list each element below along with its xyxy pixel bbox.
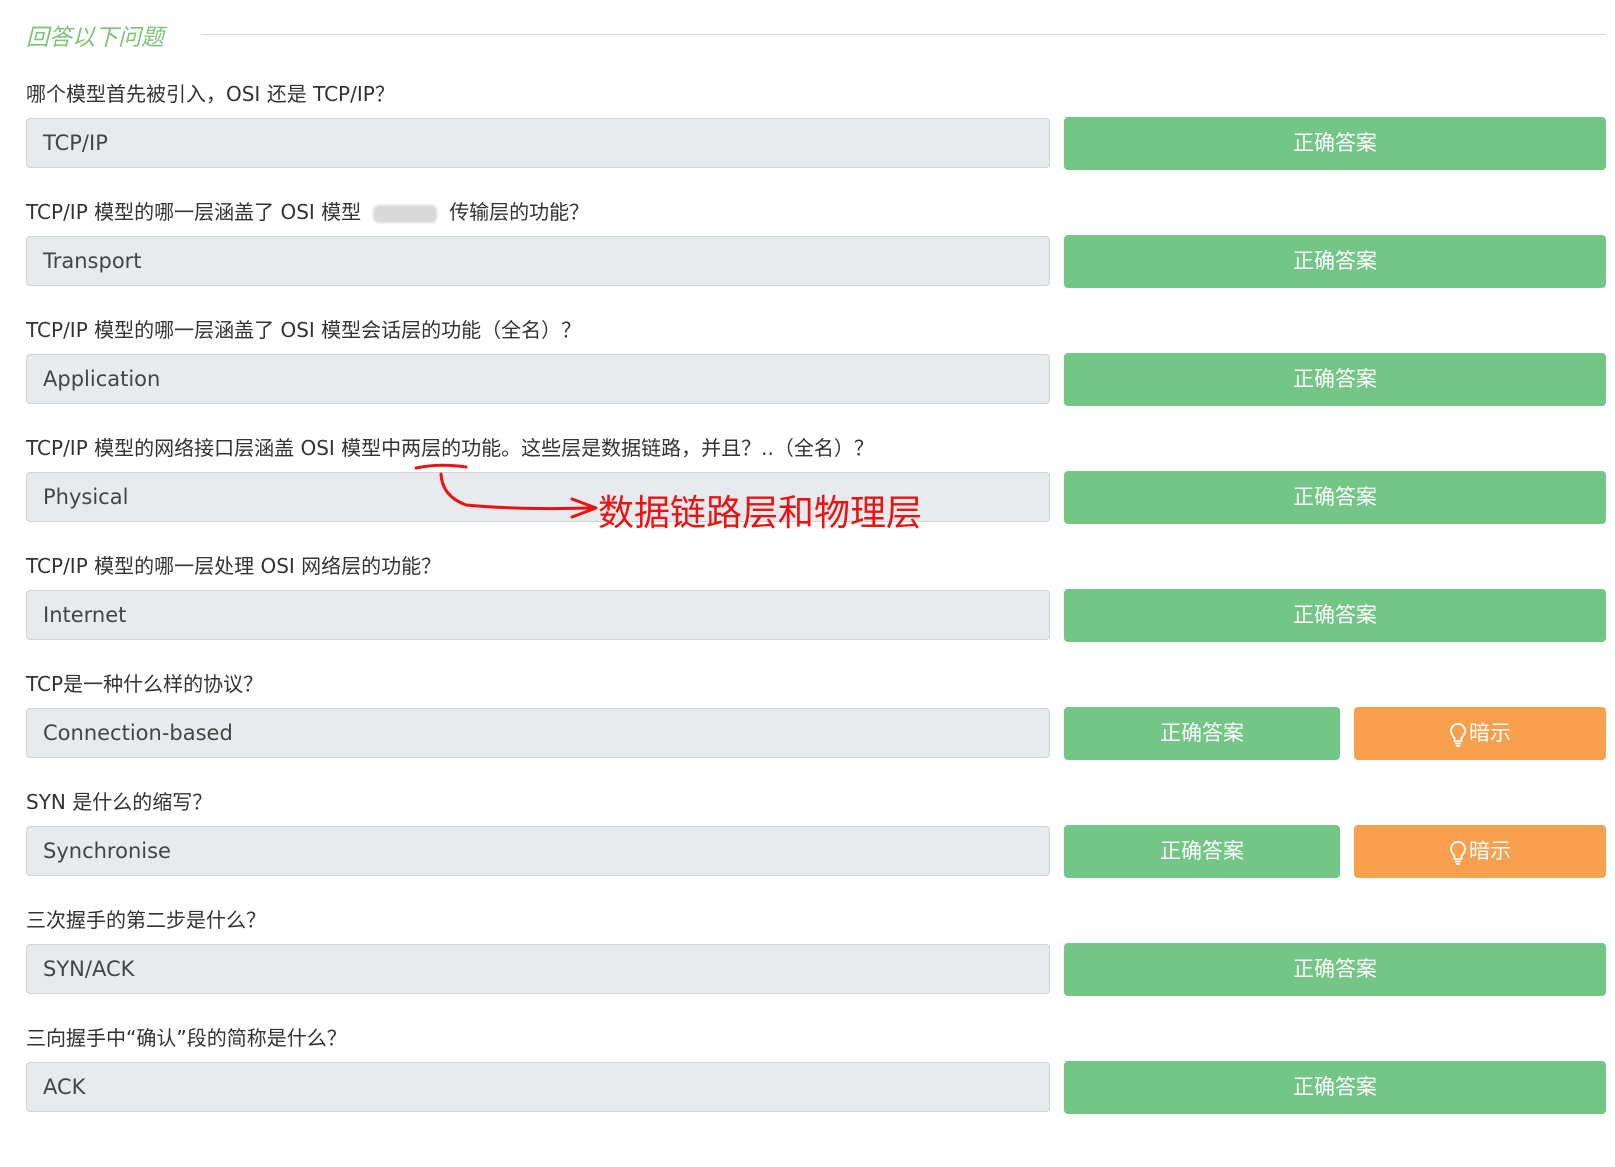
annotation-text: 数据链路层和物理层 bbox=[598, 493, 923, 534]
annotation-underline bbox=[414, 463, 468, 470]
annotation-overlay bbox=[414, 463, 598, 519]
annotation-arrow-line bbox=[439, 472, 592, 511]
